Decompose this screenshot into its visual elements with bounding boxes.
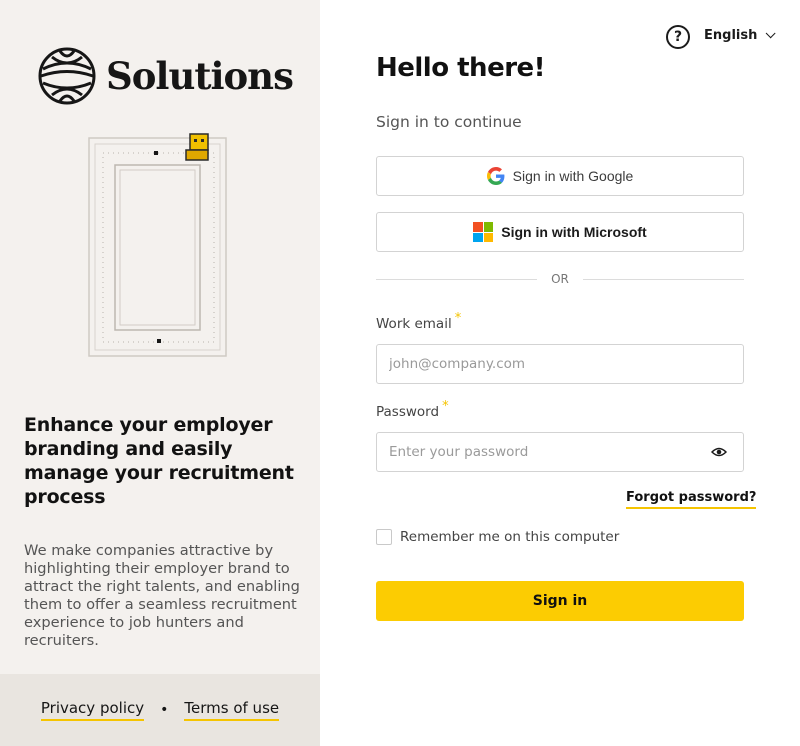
- email-field[interactable]: [376, 344, 744, 384]
- chevron-down-icon: [766, 28, 776, 39]
- robot-icon: [185, 133, 209, 161]
- remember-me[interactable]: Remember me on this computer: [376, 529, 619, 545]
- sign-in-microsoft-button[interactable]: Sign in with Microsoft: [376, 212, 744, 252]
- language-selector[interactable]: English: [704, 28, 776, 43]
- or-divider: OR: [376, 272, 745, 286]
- page-subtitle: Sign in to continue: [376, 113, 522, 131]
- divider-label: OR: [551, 272, 569, 286]
- password-field[interactable]: [376, 432, 744, 472]
- sign-in-button[interactable]: Sign in: [376, 581, 744, 621]
- language-label: English: [704, 28, 758, 43]
- brand: Solutions: [38, 47, 294, 105]
- solutions-logo-icon: [38, 47, 96, 105]
- required-mark: *: [442, 399, 449, 414]
- google-button-label: Sign in with Google: [512, 168, 634, 184]
- forgot-password-link[interactable]: Forgot password?: [626, 490, 757, 509]
- footer-links: Privacy policy • Terms of use: [0, 674, 320, 746]
- divider-line-right: [582, 278, 745, 280]
- terms-of-use-link[interactable]: Terms of use: [184, 699, 280, 721]
- help-glyph: ?: [673, 29, 683, 45]
- google-icon: [486, 167, 505, 185]
- branding-description: We make companies attractive by highligh…: [24, 542, 300, 649]
- divider-line-left: [376, 278, 538, 280]
- question-circle-icon[interactable]: ?: [666, 25, 690, 49]
- branding-panel: Solutions Enhance your employer branding…: [0, 0, 320, 746]
- remember-checkbox[interactable]: [376, 529, 392, 545]
- microsoft-button-label: Sign in with Microsoft: [501, 224, 647, 240]
- brand-name: Solutions: [106, 54, 294, 98]
- maze-illustration: [88, 133, 227, 357]
- page-title: Hello there!: [376, 53, 546, 83]
- privacy-policy-link[interactable]: Privacy policy: [40, 699, 145, 721]
- required-mark: *: [454, 311, 462, 326]
- sign-in-google-button[interactable]: Sign in with Google: [376, 156, 744, 196]
- microsoft-icon: [473, 222, 494, 242]
- eye-icon[interactable]: [711, 446, 727, 458]
- remember-label: Remember me on this computer: [400, 529, 620, 545]
- branding-headline: Enhance your employer branding and easil…: [24, 414, 294, 508]
- password-label: Password *: [376, 399, 449, 420]
- email-label-text: Work email: [376, 316, 452, 332]
- email-label: Work email *: [376, 311, 461, 332]
- password-label-text: Password: [376, 404, 440, 420]
- footer-separator: •: [160, 702, 169, 718]
